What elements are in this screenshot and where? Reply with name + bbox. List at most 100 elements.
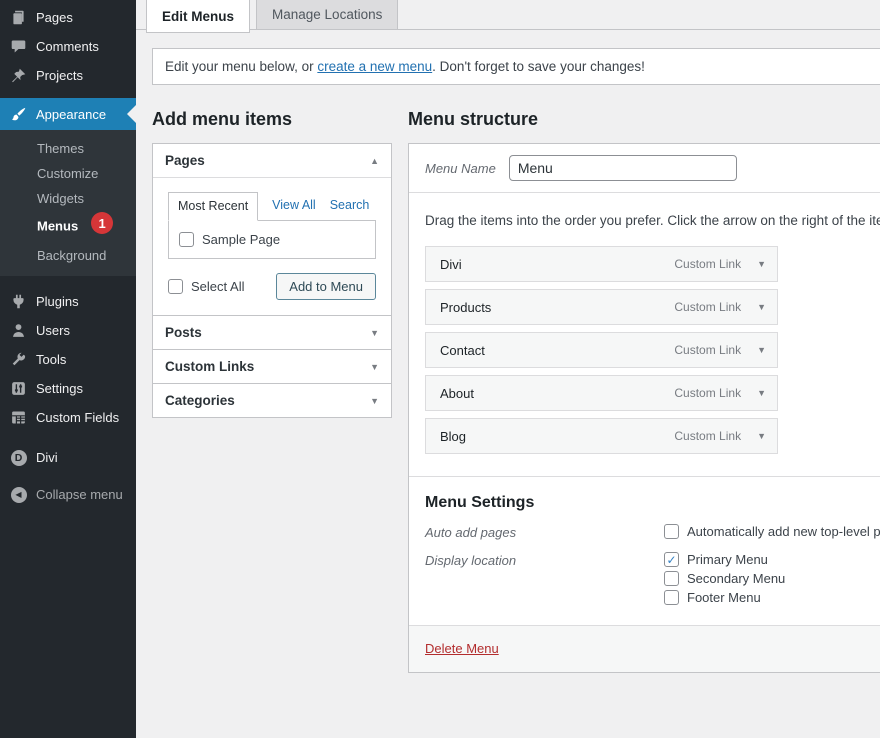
chevron-down-icon: ▼ — [370, 328, 379, 338]
sidebar-item-comments[interactable]: Comments — [0, 32, 136, 61]
select-all-row: Select All — [168, 279, 244, 294]
add-to-menu-button[interactable]: Add to Menu — [276, 273, 376, 300]
menu-item-about[interactable]: About Custom Link▼ — [425, 375, 778, 411]
menu-item-type: Custom Link — [674, 429, 741, 443]
sidebar-item-label: Comments — [36, 39, 99, 54]
location-primary-row: Primary Menu — [664, 552, 785, 567]
divider — [409, 476, 880, 477]
menu-item-divi[interactable]: Divi Custom Link▼ — [425, 246, 778, 282]
primary-menu-label: Primary Menu — [687, 552, 768, 567]
accordion-categories-title: Categories — [165, 393, 235, 408]
sidebar-item-settings[interactable]: Settings — [0, 374, 136, 403]
sidebar-item-label: Projects — [36, 68, 83, 83]
add-to-menu-row: Select All Add to Menu — [168, 273, 376, 300]
auto-add-pages-row: Auto add pages Automatically add new top… — [425, 524, 880, 543]
add-menu-items-panel: Pages ▲ Most Recent View All Search S — [152, 143, 392, 418]
sidebar-item-pages[interactable]: Pages — [0, 3, 136, 32]
admin-sidebar: Pages Comments Projects Appearance Theme… — [0, 0, 136, 738]
add-menu-items-title: Add menu items — [152, 109, 392, 130]
display-location-label: Display location — [425, 552, 664, 609]
accordion-categories-header[interactable]: Categories ▼ — [153, 384, 391, 417]
accordion-posts: Posts ▼ — [153, 315, 391, 349]
menu-item-contact[interactable]: Contact Custom Link▼ — [425, 332, 778, 368]
subtab-most-recent[interactable]: Most Recent — [168, 192, 258, 221]
sidebar-item-label: Pages — [36, 10, 73, 25]
appearance-submenu: Themes Customize Widgets Menus1 Backgrou… — [0, 130, 136, 276]
comments-icon — [10, 38, 27, 55]
sample-page-label: Sample Page — [202, 232, 280, 247]
menu-item-type: Custom Link — [674, 343, 741, 357]
page-checkbox-row: Sample Page — [179, 232, 365, 247]
chevron-up-icon: ▲ — [370, 156, 379, 166]
primary-menu-checkbox[interactable] — [664, 552, 679, 567]
menu-item-type: Custom Link — [674, 257, 741, 271]
nav-tab-bar: Edit Menus Manage Locations — [136, 0, 880, 30]
sidebar-item-label: Plugins — [36, 294, 79, 309]
chevron-down-icon: ▼ — [370, 362, 379, 372]
select-all-checkbox[interactable] — [168, 279, 183, 294]
footer-menu-label: Footer Menu — [687, 590, 761, 605]
sidebar-item-appearance[interactable]: Appearance — [0, 98, 136, 130]
menu-name-input[interactable] — [509, 155, 737, 181]
menu-name-header: Menu Name — [409, 144, 880, 193]
sidebar-item-tools[interactable]: Tools — [0, 345, 136, 374]
chevron-down-icon[interactable]: ▼ — [757, 431, 766, 441]
location-secondary-row: Secondary Menu — [664, 571, 785, 586]
annotation-badge-1: 1 — [91, 212, 113, 234]
chevron-down-icon[interactable]: ▼ — [757, 388, 766, 398]
accordion-posts-title: Posts — [165, 325, 202, 340]
submenu-item-background[interactable]: Background — [0, 243, 136, 268]
sidebar-item-users[interactable]: Users — [0, 316, 136, 345]
pages-icon — [10, 9, 27, 26]
sidebar-item-label: Appearance — [36, 107, 106, 122]
pages-subtabs: Most Recent View All Search — [168, 192, 376, 220]
submenu-item-menus[interactable]: Menus1 — [0, 211, 136, 243]
location-footer-row: Footer Menu — [664, 590, 785, 605]
footer-menu-checkbox[interactable] — [664, 590, 679, 605]
sidebar-item-label: Custom Fields — [36, 410, 119, 425]
sidebar-item-projects[interactable]: Projects — [0, 61, 136, 90]
sidebar-item-label: Users — [36, 323, 70, 338]
subtab-search[interactable]: Search — [330, 198, 370, 214]
accordion-custom-links: Custom Links ▼ — [153, 349, 391, 383]
tab-manage-locations[interactable]: Manage Locations — [256, 0, 398, 30]
menu-item-blog[interactable]: Blog Custom Link▼ — [425, 418, 778, 454]
wrench-icon — [10, 351, 27, 368]
notice-text-post: . Don't forget to save your changes! — [432, 59, 645, 74]
sidebar-item-label: Settings — [36, 381, 83, 396]
pages-checklist: Sample Page — [168, 220, 376, 259]
accordion-posts-header[interactable]: Posts ▼ — [153, 316, 391, 349]
secondary-menu-checkbox[interactable] — [664, 571, 679, 586]
sample-page-checkbox[interactable] — [179, 232, 194, 247]
collapse-menu-button[interactable]: ◀ Collapse menu — [0, 480, 136, 509]
sidebar-item-custom-fields[interactable]: Custom Fields — [0, 403, 136, 432]
plugin-icon — [10, 293, 27, 310]
sidebar-item-label: Tools — [36, 352, 66, 367]
submenu-item-widgets[interactable]: Widgets — [0, 186, 136, 211]
notice-text-pre: Edit your menu below, or — [165, 59, 317, 74]
chevron-down-icon[interactable]: ▼ — [757, 259, 766, 269]
subtab-view-all[interactable]: View All — [272, 198, 316, 214]
menu-item-type: Custom Link — [674, 300, 741, 314]
paintbrush-icon — [10, 106, 27, 123]
menu-item-products[interactable]: Products Custom Link▼ — [425, 289, 778, 325]
sidebar-item-plugins[interactable]: Plugins — [0, 287, 136, 316]
delete-menu-link[interactable]: Delete Menu — [425, 641, 499, 656]
accordion-custom-links-header[interactable]: Custom Links ▼ — [153, 350, 391, 383]
submenu-item-customize[interactable]: Customize — [0, 161, 136, 186]
submenu-item-themes[interactable]: Themes — [0, 136, 136, 161]
auto-add-option-label: Automatically add new top-level pages to… — [687, 524, 880, 539]
pages-panel-body: Most Recent View All Search Sample Page — [153, 177, 391, 315]
menu-name-label: Menu Name — [425, 161, 496, 176]
user-icon — [10, 322, 27, 339]
accordion-pages-header[interactable]: Pages ▲ — [153, 144, 391, 177]
sidebar-item-label: Divi — [36, 450, 58, 465]
menu-panel-footer: Delete Menu — [409, 625, 880, 672]
create-new-menu-link[interactable]: create a new menu — [317, 59, 432, 74]
chevron-down-icon[interactable]: ▼ — [757, 302, 766, 312]
tab-edit-menus[interactable]: Edit Menus — [146, 0, 250, 33]
sidebar-item-divi[interactable]: D Divi — [0, 443, 136, 472]
auto-add-checkbox[interactable] — [664, 524, 679, 539]
chevron-down-icon[interactable]: ▼ — [757, 345, 766, 355]
drag-instructions: Drag the items into the order you prefer… — [425, 213, 880, 228]
